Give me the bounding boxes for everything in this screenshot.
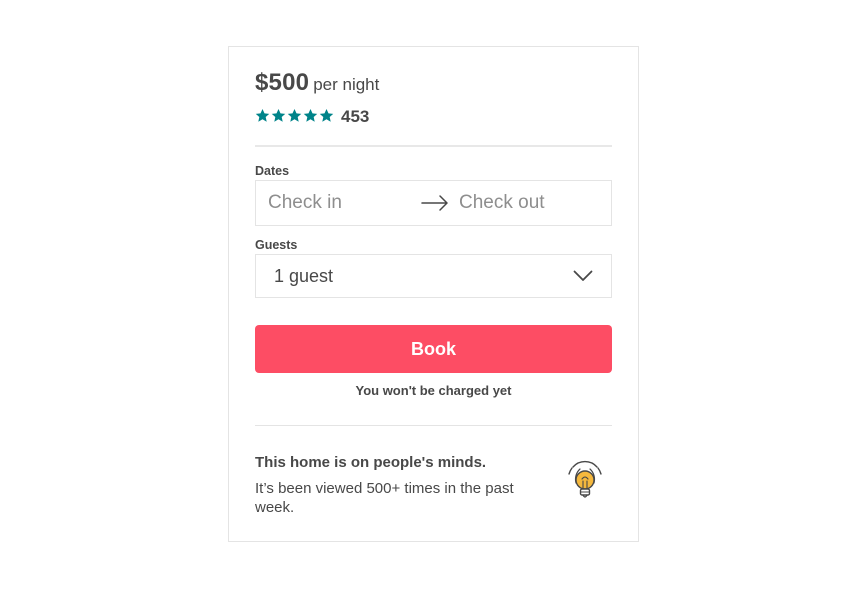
charge-note: You won't be charged yet [355, 383, 512, 398]
star-icon [255, 108, 270, 122]
review-count: 453 [341, 107, 370, 126]
rating-row[interactable]: 453 [255, 105, 370, 126]
divider [255, 145, 612, 147]
star-icon [319, 108, 334, 122]
price-row: $500 per night [255, 69, 379, 97]
guests-label: Guests [255, 238, 298, 252]
chevron-down-icon [573, 270, 593, 281]
star-icon [287, 108, 302, 122]
divider [255, 425, 612, 426]
date-range-picker [255, 180, 612, 226]
checkin-input[interactable] [268, 192, 398, 214]
book-button[interactable]: Book [255, 325, 612, 373]
guests-select[interactable]: 1 guest [255, 254, 612, 298]
nightly-price: $500 [255, 69, 310, 96]
star-icon [271, 108, 286, 122]
promo-body: It’s been viewed 500+ times in the past … [255, 480, 514, 516]
booking-card-content: $500 per night 453 Dates Guests 1 guest [255, 47, 612, 541]
star-rating [255, 108, 334, 123]
lightbulb-icon [568, 460, 602, 498]
dates-label: Dates [255, 164, 290, 178]
booking-card: $500 per night 453 Dates Guests 1 guest [228, 46, 639, 542]
star-icon [303, 108, 318, 122]
checkout-input[interactable] [459, 192, 599, 214]
price-unit: per night [313, 75, 380, 94]
guests-value: 1 guest [274, 266, 334, 286]
arrow-right-icon [421, 195, 448, 211]
promo-title: This home is on people's minds. [255, 454, 487, 471]
